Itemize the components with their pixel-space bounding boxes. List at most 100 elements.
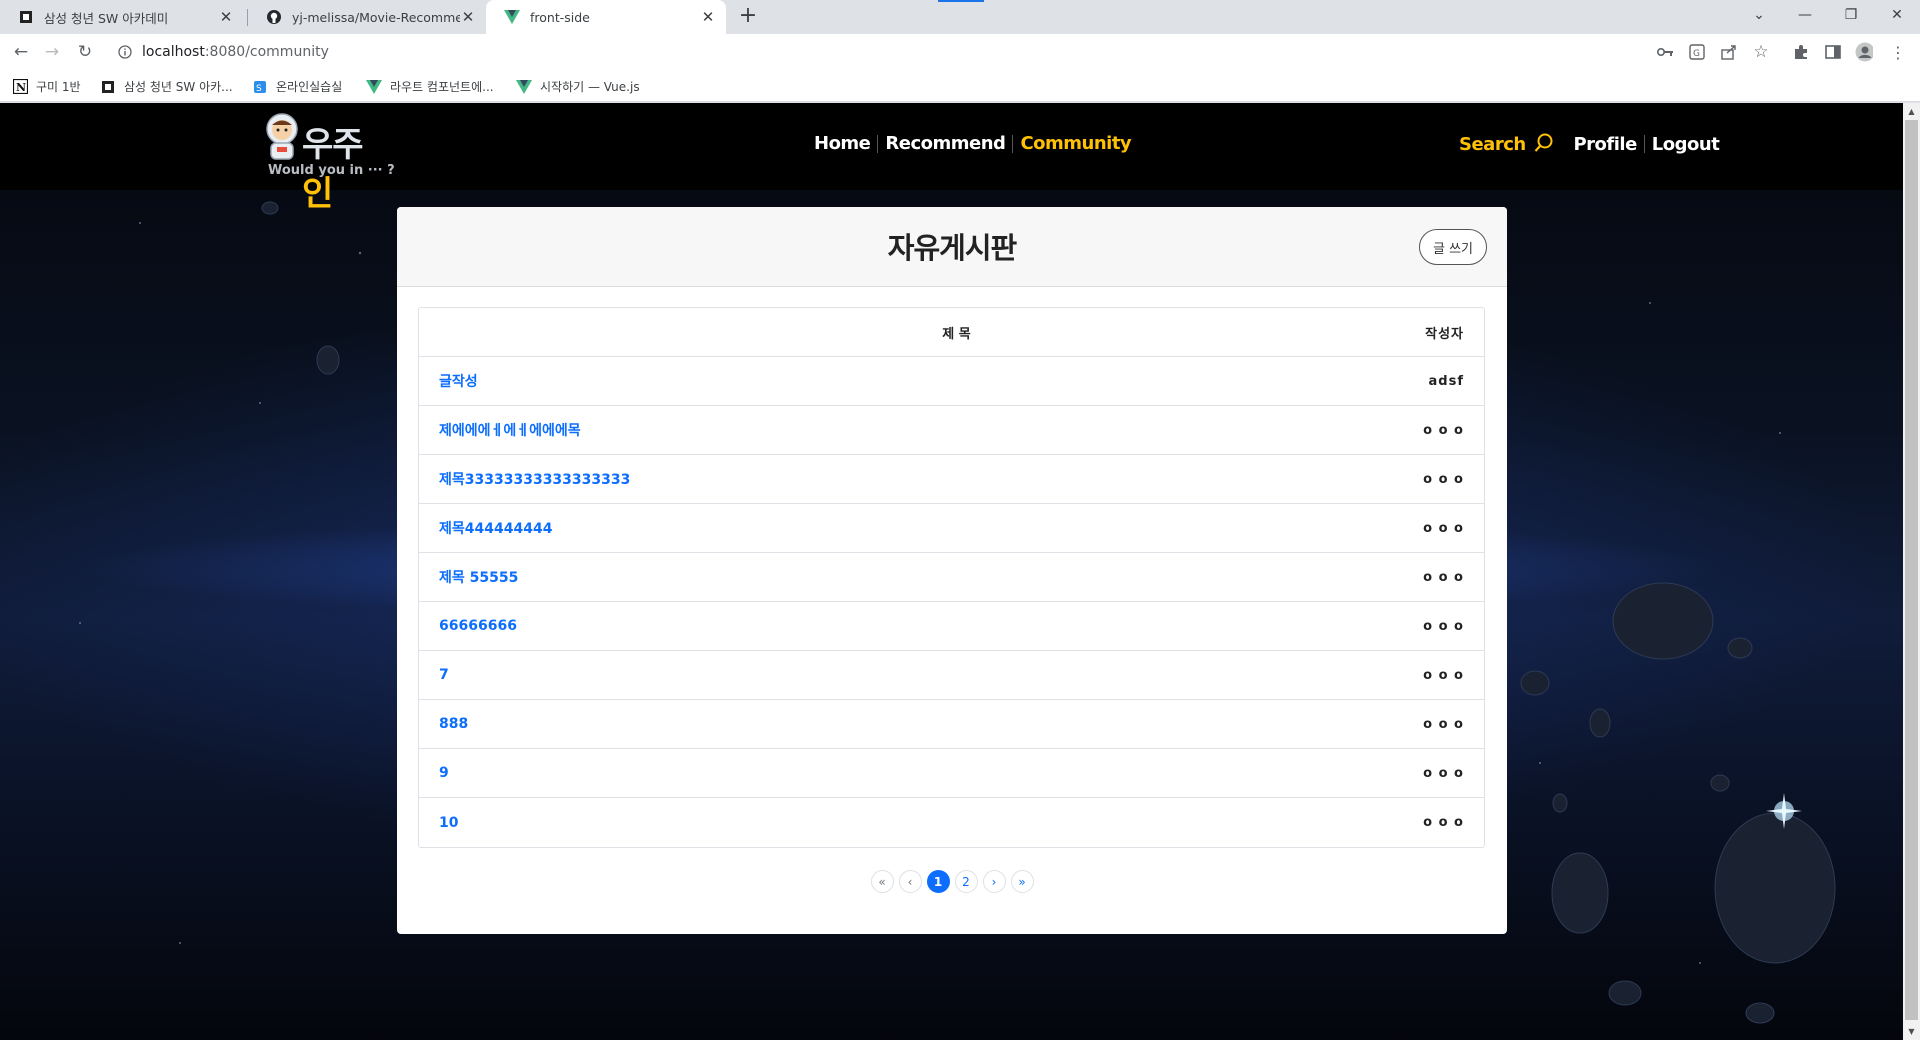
post-title-link[interactable]: 제목33333333333333333 [439, 472, 630, 488]
page-button-2[interactable]: 2 [954, 870, 978, 893]
password-key-icon[interactable] [1656, 43, 1674, 61]
post-title-link[interactable]: 제목 55555 [439, 570, 518, 586]
post-title-link[interactable]: 66666666 [439, 618, 517, 634]
scrollbar-thumb[interactable] [1905, 120, 1918, 1020]
post-title-link[interactable]: 제에에에ㅔ에ㅔ에에에목 [439, 423, 581, 439]
side-panel-icon[interactable] [1824, 43, 1842, 61]
board-header: 자유게시판 글 쓰기 [397, 207, 1507, 287]
lab-icon: S [252, 79, 268, 95]
nav-logout[interactable]: Logout [1652, 134, 1720, 155]
nav-home[interactable]: Home [814, 133, 871, 154]
post-author: o o o [1423, 520, 1464, 536]
tab-title: 삼성 청년 SW 아카데미 [44, 10, 169, 26]
new-tab-button[interactable]: + [736, 5, 760, 29]
browser-toolbar: ← → ↻ localhost:8080/community G ☆ ⋮ [0, 34, 1920, 70]
address-bar[interactable]: localhost:8080/community [108, 37, 1788, 67]
main-menu: Home Recommend Community [814, 133, 1132, 154]
post-title-link[interactable]: 888 [439, 716, 468, 732]
vue-icon [516, 79, 532, 95]
table-row: 제목33333333333333333 o o o [419, 455, 1484, 504]
close-window-button[interactable]: ✕ [1875, 0, 1919, 30]
first-page-button[interactable]: « [870, 870, 894, 893]
tab-title: front-side [530, 9, 590, 25]
back-arrow-icon[interactable]: ← [9, 40, 33, 64]
scroll-up-arrow-icon[interactable]: ▲ [1903, 103, 1920, 120]
notion-icon: N [12, 79, 28, 95]
tab-strip: 삼성 청년 SW 아카데미 ✕ yj-melissa/Movie-Recomme… [0, 0, 1920, 34]
page-scrollbar[interactable]: ▲ ▼ [1903, 103, 1920, 1040]
svg-text:S: S [256, 84, 262, 94]
post-author: o o o [1423, 569, 1464, 585]
translate-icon[interactable]: G [1688, 43, 1706, 61]
table-row: 글작성 adsf [419, 357, 1484, 406]
minimize-button[interactable]: — [1783, 0, 1827, 30]
site-info-icon[interactable] [118, 44, 134, 60]
write-post-button[interactable]: 글 쓰기 [1419, 229, 1487, 265]
bookmark-item[interactable]: 삼성 청년 SW 아카... [100, 78, 233, 95]
nav-divider [1012, 134, 1014, 153]
table-row: 제목 55555 o o o [419, 553, 1484, 602]
tab-front-side[interactable]: front-side ✕ [486, 0, 726, 34]
post-author: o o o [1423, 765, 1464, 781]
site-logo[interactable]: 우주인 Would you in ··· ? [262, 113, 395, 214]
tab-close-icon[interactable]: ✕ [460, 8, 476, 26]
reload-icon[interactable]: ↻ [73, 40, 97, 64]
community-board-card: 자유게시판 글 쓰기 제 목 작성자 글작성 adsf 제에에에ㅔ에ㅔ에에에목 … [397, 207, 1507, 934]
last-page-button[interactable]: » [1010, 870, 1034, 893]
forward-arrow-icon[interactable]: → [40, 40, 64, 64]
table-header-row: 제 목 작성자 [419, 308, 1484, 357]
nav-recommend[interactable]: Recommend [885, 133, 1006, 154]
table-row: 66666666 o o o [419, 602, 1484, 651]
post-title-link[interactable]: 10 [439, 815, 458, 831]
table-row: 제에에에ㅔ에ㅔ에에에목 o o o [419, 406, 1484, 455]
ssafy-favicon-icon [100, 79, 116, 95]
site-navbar: 우주인 Would you in ··· ? Home Recommend Co… [0, 103, 1903, 214]
more-menu-icon[interactable]: ⋮ [1889, 43, 1907, 62]
restore-button[interactable]: ❐ [1829, 0, 1873, 30]
bookmark-item[interactable]: 라우트 컴포넌트에... [366, 78, 494, 95]
page-viewport: 우주인 Would you in ··· ? Home Recommend Co… [0, 103, 1903, 1040]
table-row: 9 o o o [419, 749, 1484, 798]
tab-loading-indicator [938, 0, 984, 2]
post-title-link[interactable]: 글작성 [439, 374, 478, 390]
nav-community[interactable]: Community [1020, 133, 1131, 154]
next-page-button[interactable]: › [982, 870, 1006, 893]
post-title-link[interactable]: 7 [439, 667, 449, 683]
post-author: o o o [1423, 422, 1464, 438]
nav-profile[interactable]: Profile [1573, 134, 1637, 155]
tab-ssafy[interactable]: 삼성 청년 SW 아카데미 ✕ [0, 0, 244, 34]
tab-github[interactable]: yj-melissa/Movie-Recommend- ✕ [248, 0, 486, 34]
scroll-down-arrow-icon[interactable]: ▼ [1903, 1023, 1920, 1040]
bookmarks-bar: N 구미 1반 삼성 청년 SW 아카... S 온라인실습실 라우트 컴포넌트… [0, 70, 1920, 102]
table-row: 10 o o o [419, 798, 1484, 847]
bookmark-item[interactable]: 시작하기 — Vue.js [516, 78, 640, 95]
tab-title: yj-melissa/Movie-Recommend- [292, 9, 460, 25]
nav-search[interactable]: Search [1459, 133, 1554, 155]
svg-text:G: G [1693, 49, 1700, 59]
extensions-puzzle-icon[interactable] [1792, 43, 1810, 61]
bookmark-item[interactable]: S 온라인실습실 [252, 78, 342, 95]
user-menu: Search Profile Logout [1459, 133, 1720, 155]
url-text: localhost:8080/community [142, 44, 329, 60]
tab-close-icon[interactable]: ✕ [218, 8, 234, 26]
post-title-link[interactable]: 9 [439, 765, 449, 781]
share-icon[interactable] [1720, 43, 1738, 61]
page-button-1[interactable]: 1 [926, 870, 950, 893]
bookmark-star-icon[interactable]: ☆ [1752, 42, 1770, 62]
table-row: 제목444444444 o o o [419, 504, 1484, 553]
nav-divider [1643, 135, 1645, 153]
post-title-link[interactable]: 제목444444444 [439, 521, 552, 537]
prev-page-button[interactable]: ‹ [898, 870, 922, 893]
table-row: 888 o o o [419, 700, 1484, 749]
search-icon [1535, 133, 1553, 152]
vue-icon [366, 79, 382, 95]
pagination: « ‹ 1 2 › » [397, 870, 1507, 893]
profile-avatar-icon[interactable] [1855, 42, 1873, 62]
tab-close-icon[interactable]: ✕ [700, 8, 716, 26]
table-row: 7 o o o [419, 651, 1484, 700]
svg-text:N: N [16, 81, 26, 94]
tab-search-chevron-icon[interactable]: ⌄ [1737, 0, 1781, 30]
column-header-author: 작성자 [1425, 326, 1464, 342]
post-author: o o o [1423, 618, 1464, 634]
bookmark-item[interactable]: N 구미 1반 [12, 78, 81, 95]
